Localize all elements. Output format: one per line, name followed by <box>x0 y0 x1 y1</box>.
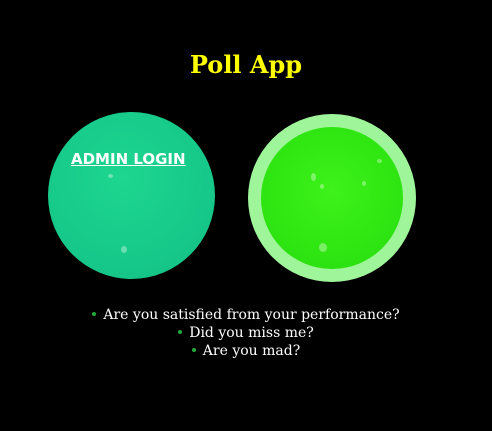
water-drop-decoration <box>319 243 327 252</box>
question-list: Are you satisfied from your performance?… <box>0 306 492 360</box>
admin-circle[interactable] <box>48 112 215 279</box>
water-drop-decoration <box>320 184 324 189</box>
water-drop-decoration <box>362 181 366 186</box>
question-text[interactable]: Did you miss me? <box>189 325 314 341</box>
water-drop-decoration <box>311 173 316 181</box>
question-item[interactable]: Did you miss me? <box>0 324 492 342</box>
question-item[interactable]: Are you mad? <box>0 342 492 360</box>
bullet-icon <box>191 348 196 352</box>
page-title: Poll App <box>189 50 303 79</box>
bullet-icon <box>178 330 183 334</box>
water-drop-decoration <box>121 246 127 253</box>
poll-circle[interactable] <box>248 114 416 282</box>
page: Poll App ADMIN LOGIN Are you satisfied f… <box>0 0 492 431</box>
admin-login-link[interactable]: ADMIN LOGIN <box>71 150 186 168</box>
question-text[interactable]: Are you satisfied from your performance? <box>103 307 399 323</box>
water-drop-decoration <box>377 159 382 163</box>
question-text[interactable]: Are you mad? <box>203 343 300 359</box>
bullet-icon <box>92 312 97 316</box>
question-item[interactable]: Are you satisfied from your performance? <box>0 306 492 324</box>
water-drop-decoration <box>108 174 113 178</box>
poll-circle-inner <box>261 127 403 269</box>
